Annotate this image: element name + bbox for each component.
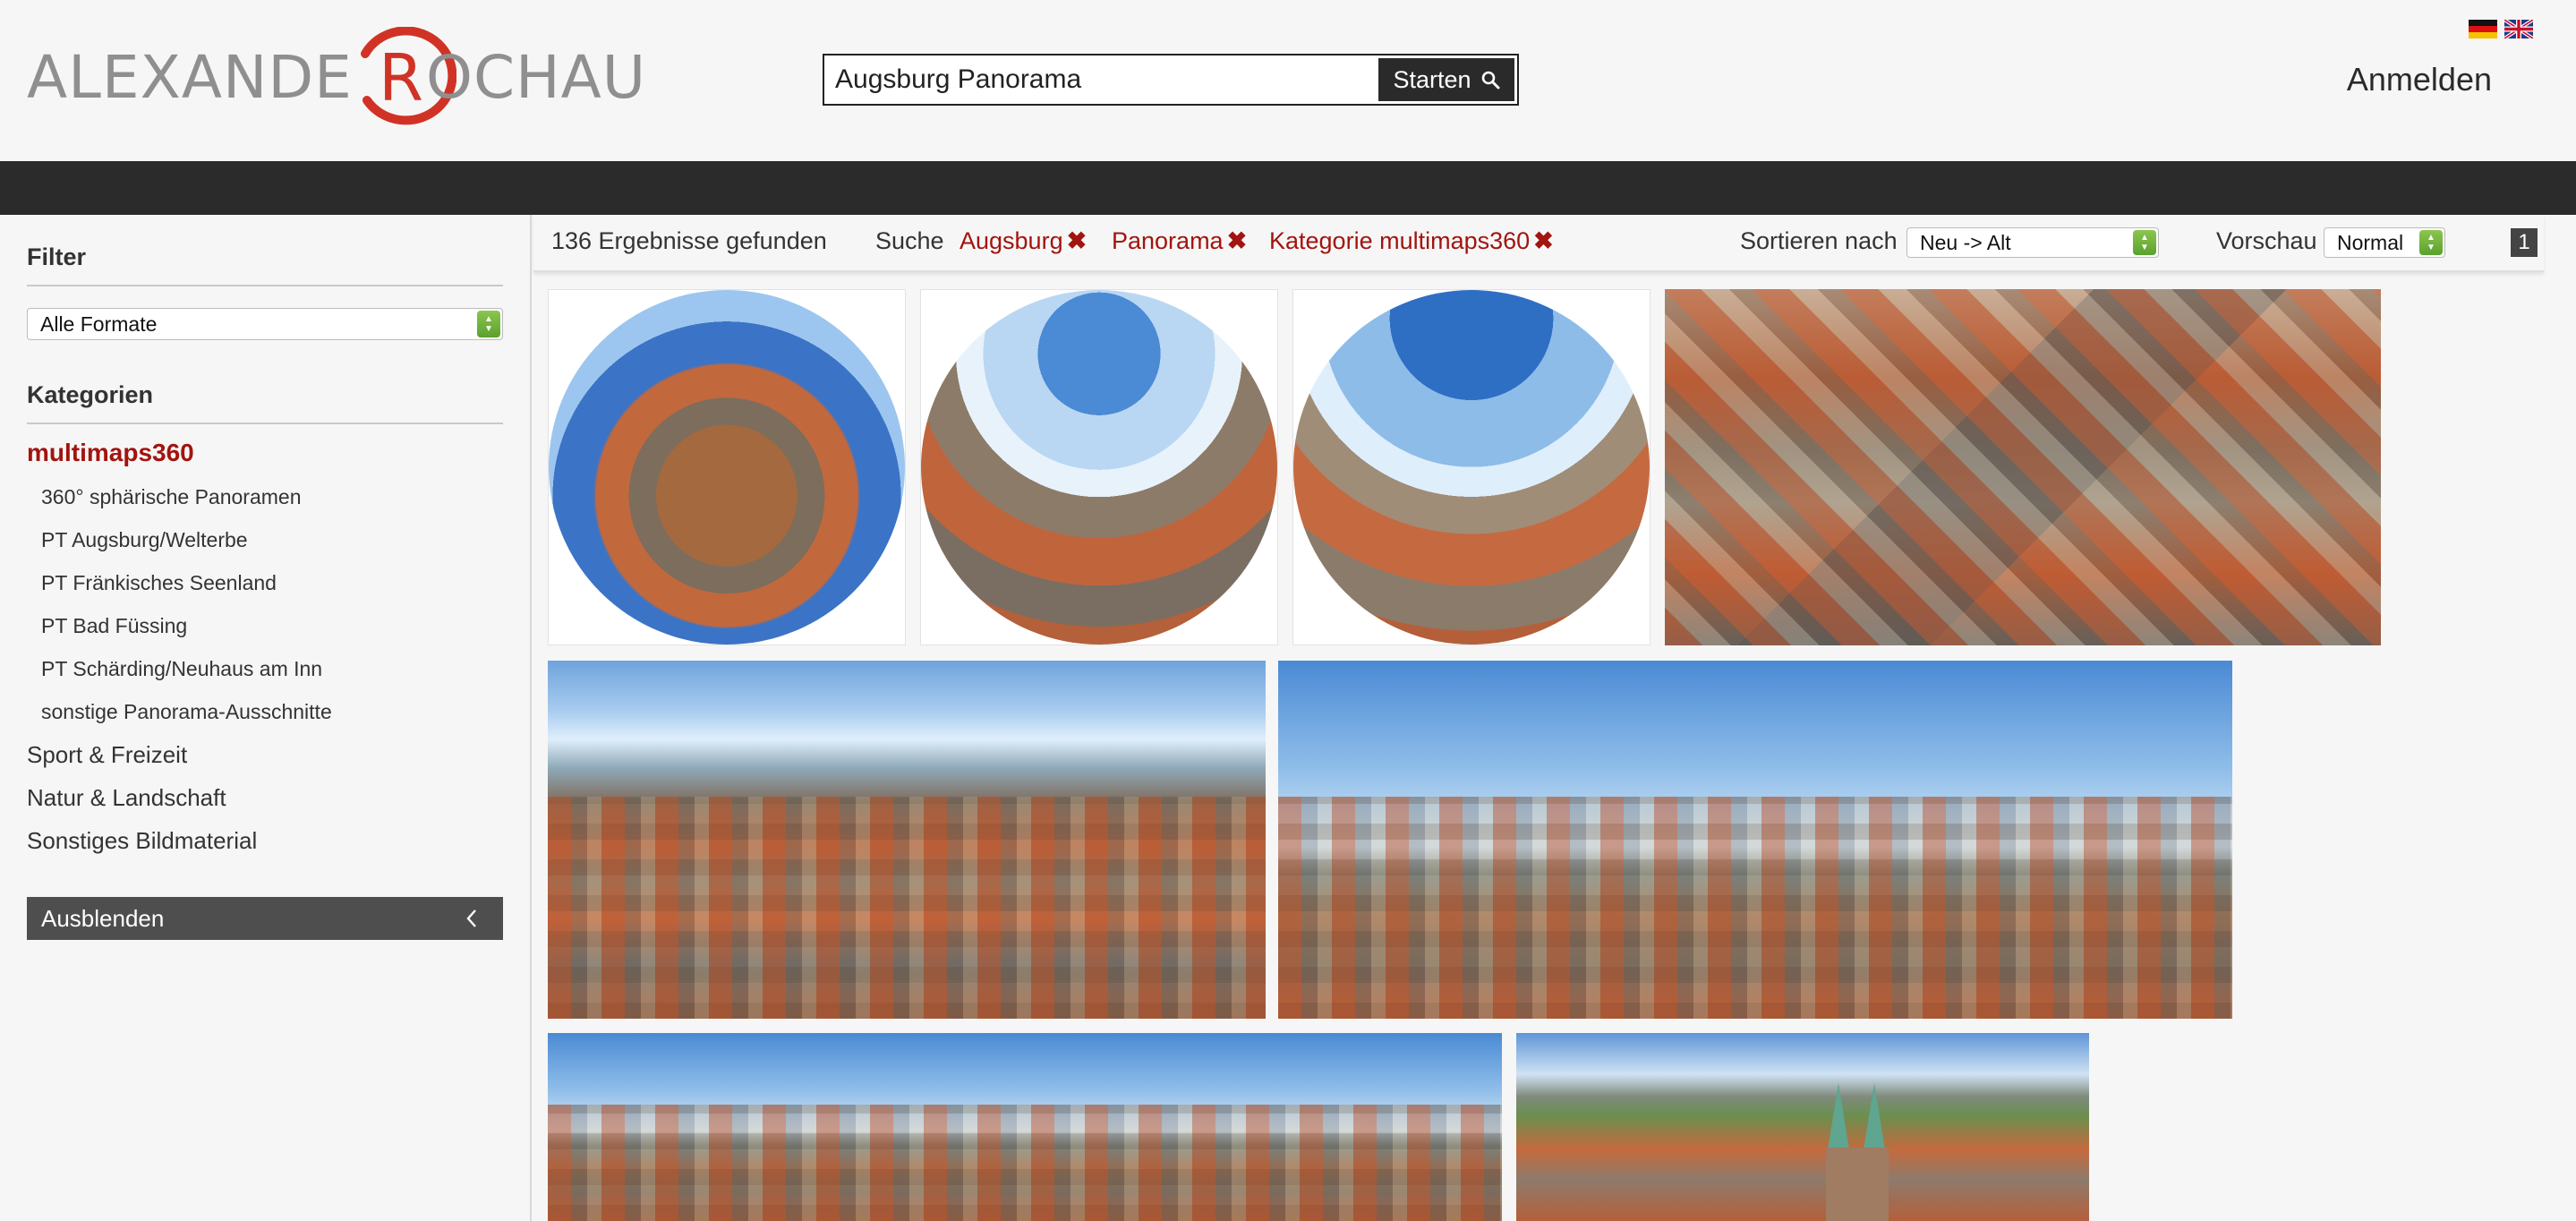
cathedral-towers-icon xyxy=(1826,1083,1889,1221)
search-icon xyxy=(1481,71,1500,90)
thumbnail-aerial-photo[interactable] xyxy=(1665,289,2381,645)
logo-letter: R xyxy=(379,40,423,115)
results-count: 136 Ergebnisse gefunden xyxy=(551,227,827,254)
header: ALEXANDE R OCHAU Starten xyxy=(0,0,2576,161)
language-switcher xyxy=(2469,20,2533,38)
divider xyxy=(27,423,503,424)
search-tag-label: Panorama xyxy=(1112,227,1224,254)
search-tag-category[interactable]: Kategorie multimaps360 ✖ xyxy=(1269,227,1554,255)
select-arrows-icon: ▲ ▼ xyxy=(477,311,500,337)
format-select-value: Alle Formate xyxy=(40,312,158,336)
login-link[interactable]: Anmelden xyxy=(2347,61,2492,98)
logo-text-left: ALEXANDE xyxy=(27,43,353,112)
thumbnail-panorama[interactable] xyxy=(1278,661,2232,1019)
sort-select-value: Neu -> Alt xyxy=(1920,230,2011,254)
logo[interactable]: ALEXANDE R OCHAU xyxy=(27,25,662,129)
subcategory-item[interactable]: PT Schärding/Neuhaus am Inn xyxy=(41,657,322,681)
preview-select[interactable]: Normal ▲ ▼ xyxy=(2324,227,2445,258)
format-select[interactable]: Alle Formate ▲ ▼ xyxy=(27,308,503,340)
category-item[interactable]: Sonstiges Bildmaterial xyxy=(27,827,257,855)
select-arrows-icon: ▲ ▼ xyxy=(2419,230,2443,255)
thumbnail-panorama[interactable] xyxy=(548,1033,1502,1221)
subcategory-item[interactable]: PT Fränkisches Seenland xyxy=(41,571,277,595)
category-item[interactable]: Sport & Freizeit xyxy=(27,741,187,769)
search-box: Starten xyxy=(823,54,1519,106)
logo-text-right: OCHAU xyxy=(426,43,647,112)
search-tag-label: Kategorie multimaps360 xyxy=(1269,227,1531,254)
little-planet-image xyxy=(549,290,905,645)
thumbnail-little-planet[interactable] xyxy=(548,289,906,645)
thumbnail-panorama[interactable] xyxy=(548,661,1266,1019)
search-input[interactable] xyxy=(824,56,1376,104)
categories-title: Kategorien xyxy=(27,381,154,408)
uk-flag-icon[interactable] xyxy=(2504,20,2533,38)
subcategory-item[interactable]: PT Augsburg/Welterbe xyxy=(41,528,248,552)
sphere-panorama-image xyxy=(921,290,1277,645)
sort-select[interactable]: Neu -> Alt ▲ ▼ xyxy=(1906,227,2159,258)
search-tag-panorama[interactable]: Panorama ✖ xyxy=(1112,227,1247,255)
navigation-bar xyxy=(0,161,2576,215)
remove-tag-icon[interactable]: ✖ xyxy=(1067,227,1088,254)
sphere-panorama-image xyxy=(1293,290,1650,645)
sidebar: Filter Alle Formate ▲ ▼ Kategorien multim… xyxy=(0,215,532,1221)
search-tag-augsburg[interactable]: Augsburg ✖ xyxy=(960,227,1087,255)
divider xyxy=(27,285,503,286)
remove-tag-icon[interactable]: ✖ xyxy=(1227,227,1248,254)
search-button[interactable]: Starten xyxy=(1378,58,1514,101)
thumbnail-sphere-panorama[interactable] xyxy=(1292,289,1651,645)
search-terms-label: Suche xyxy=(875,227,944,254)
hide-sidebar-label: Ausblenden xyxy=(41,904,165,932)
thumbnail-panorama[interactable] xyxy=(1516,1033,2089,1221)
results-bar: 136 Ergebnisse gefunden Suche Augsburg ✖ … xyxy=(533,215,2544,272)
preview-label: Vorschau xyxy=(2216,227,2317,254)
category-active[interactable]: multimaps360 xyxy=(27,439,194,467)
chevron-left-icon xyxy=(466,909,476,927)
subcategory-item[interactable]: PT Bad Füssing xyxy=(41,614,187,638)
subcategory-item[interactable]: 360° sphärische Panoramen xyxy=(41,485,302,509)
remove-tag-icon[interactable]: ✖ xyxy=(1533,227,1554,254)
hide-sidebar-button[interactable]: Ausblenden xyxy=(27,897,503,940)
thumbnail-sphere-panorama[interactable] xyxy=(920,289,1278,645)
preview-select-value: Normal xyxy=(2337,230,2404,254)
select-arrows-icon: ▲ ▼ xyxy=(2133,230,2156,255)
sort-label: Sortieren nach xyxy=(1740,227,1898,254)
search-tag-label: Augsburg xyxy=(960,227,1063,254)
filter-title: Filter xyxy=(27,243,87,270)
subcategory-item[interactable]: sonstige Panorama-Ausschnitte xyxy=(41,700,332,724)
category-item[interactable]: Natur & Landschaft xyxy=(27,784,226,812)
de-flag-icon[interactable] xyxy=(2469,20,2497,38)
search-button-label: Starten xyxy=(1393,65,1471,93)
page-number[interactable]: 1 xyxy=(2511,228,2538,257)
